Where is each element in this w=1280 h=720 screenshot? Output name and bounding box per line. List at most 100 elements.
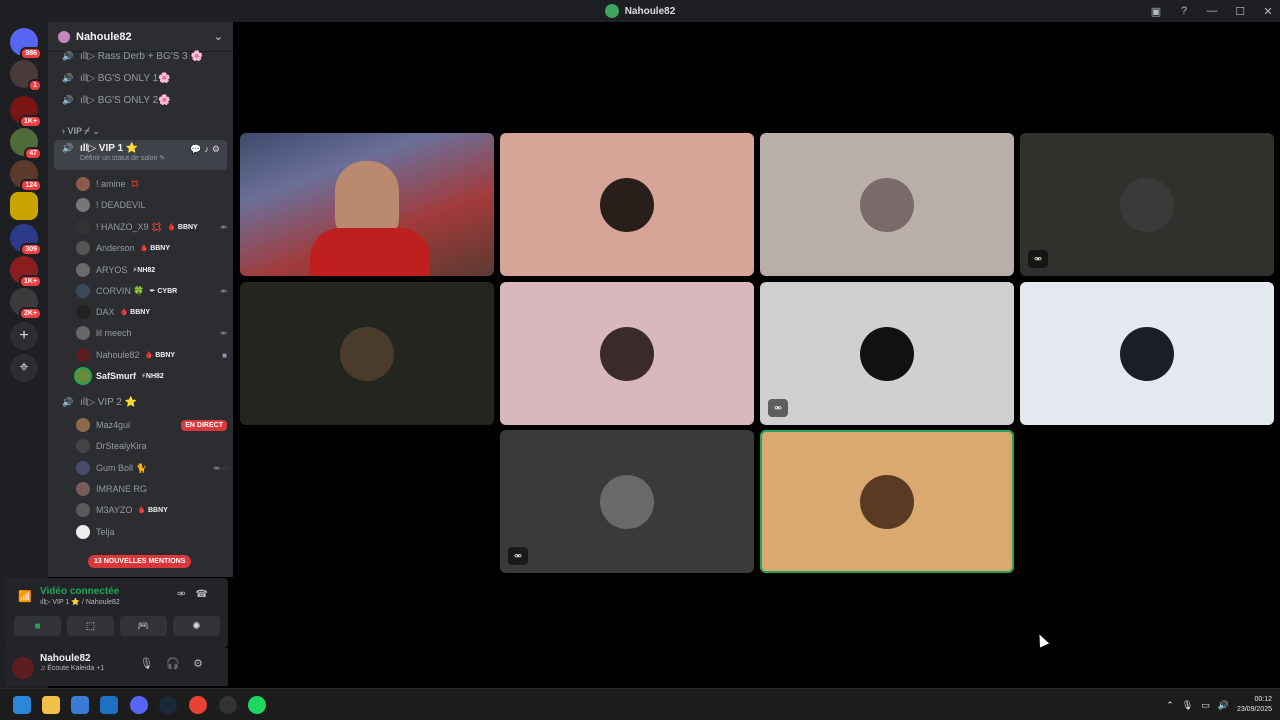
voice-user[interactable]: ! amine 💢 <box>76 174 227 194</box>
video-tile[interactable] <box>500 133 754 276</box>
video-tile[interactable]: ⚮ <box>760 282 1014 425</box>
video-tile[interactable] <box>760 133 1014 276</box>
microphone-icon[interactable]: 🎙 <box>139 658 166 670</box>
muted-icon: ⚮ <box>508 547 528 565</box>
voice-channel-path[interactable]: ıll▷ VIP 1 ⭐ / Nahoule82 <box>40 598 120 606</box>
voice-user[interactable]: Nahoule82 🩸 BBNY ■ <box>76 345 227 365</box>
signal-icon[interactable]: 📶 <box>18 590 32 603</box>
avatar <box>1120 326 1174 381</box>
voice-user[interactable]: Maz4gui EN DIRECT <box>76 415 227 435</box>
server-icon[interactable]: 2K+ <box>10 288 42 320</box>
muted-icon: ⚮ <box>1028 250 1048 268</box>
windows-start-icon[interactable] <box>13 696 31 714</box>
maximize-button[interactable]: ☐ <box>1228 0 1252 22</box>
username[interactable]: Nahoule82 <box>40 653 91 664</box>
obs-icon[interactable] <box>219 696 237 714</box>
voice-user[interactable]: M3AYZO 🩸 BBNY <box>76 500 227 520</box>
server-icon[interactable]: 1K+ <box>10 96 42 128</box>
explore-servers-button[interactable]: ⌖ <box>10 354 38 382</box>
chevron-up-icon[interactable]: ⌃ <box>1166 700 1174 711</box>
voice-user[interactable]: lil meech ⚮ <box>76 323 227 343</box>
voice-user[interactable]: Anderson 🩸 BBNY <box>76 238 227 258</box>
channel-status[interactable]: Définir un statut de salon ✎ <box>80 154 165 162</box>
chrome-icon[interactable] <box>189 696 207 714</box>
video-grid: ⚮ ⚮ ⚮ <box>233 22 1280 688</box>
voice-user[interactable]: ! DEADEVIL <box>76 195 227 215</box>
channel-actions[interactable]: 💬♪⚙ <box>190 144 223 155</box>
disconnect-icon[interactable]: ☎ <box>196 589 218 600</box>
noise-suppression-icon[interactable]: ⚮ <box>177 589 195 600</box>
clock[interactable]: 00:12 23/09/2025 <box>1237 695 1272 715</box>
video-tile[interactable] <box>1020 282 1274 425</box>
volume-icon[interactable]: 🔊 <box>1218 700 1229 711</box>
microphone-icon[interactable]: 🎙 <box>1182 700 1193 711</box>
voice-user[interactable]: Telja <box>76 522 227 542</box>
video-tile[interactable] <box>240 282 494 425</box>
outlook-icon[interactable] <box>100 696 118 714</box>
store-icon[interactable] <box>71 696 89 714</box>
file-explorer-icon[interactable] <box>42 696 60 714</box>
voice-user[interactable]: IMRANE RG <box>76 479 227 499</box>
discord-icon[interactable] <box>130 696 148 714</box>
headphones-icon[interactable]: 🎧 <box>166 658 193 670</box>
voice-user[interactable]: CORVIN 🍀 ✒ CYBR ⚮ <box>76 281 227 301</box>
server-icon-home[interactable]: 986 <box>10 28 42 60</box>
avatar <box>76 198 90 212</box>
voice-user[interactable]: DrStealyKira <box>76 436 227 456</box>
video-tile-camera[interactable] <box>240 133 494 276</box>
avatar <box>76 348 90 362</box>
activities-button[interactable]: 🎮 <box>120 616 167 636</box>
add-server-button[interactable]: + <box>10 322 38 350</box>
server-icon[interactable] <box>10 192 38 220</box>
category-vip[interactable]: › VIP ⌿ ⌄ <box>62 126 100 137</box>
avatar <box>76 503 90 517</box>
video-tile[interactable] <box>500 282 754 425</box>
avatar <box>76 263 90 277</box>
inbox-icon[interactable]: ▣ <box>1144 0 1168 22</box>
minimize-button[interactable]: — <box>1200 0 1224 22</box>
avatar[interactable] <box>12 657 34 679</box>
avatar <box>600 474 654 529</box>
steam-icon[interactable] <box>159 696 177 714</box>
voice-user-speaking[interactable]: SafSmurf ⚡NH82 <box>76 366 227 386</box>
window-title-text: Nahoule82 <box>624 5 676 17</box>
screen-share-button[interactable]: ⬚ <box>67 616 114 636</box>
new-mentions-pill[interactable]: 13 NOUVELLES MENTIONS <box>88 555 192 568</box>
voice-channel[interactable]: 🔊 ıll▷ BG'S ONLY 2🌸 <box>54 90 227 110</box>
voice-channel[interactable]: 🔊 ıll▷ BG'S ONLY 1🌸 <box>54 68 227 88</box>
voice-user[interactable]: ! HANZO_X9 💢 🩸 BBNY ⚮ <box>76 217 227 237</box>
spotify-icon[interactable] <box>248 696 266 714</box>
live-badge: EN DIRECT <box>181 419 227 431</box>
server-icon[interactable]: 47 <box>10 128 42 160</box>
speaker-icon: 🔊 <box>62 94 74 105</box>
voice-user[interactable]: ARYOS ⚡NH82 <box>76 260 227 280</box>
video-tile[interactable]: ⚮ <box>500 430 754 573</box>
title-bar: Nahoule82 ▣ ? — ☐ ✕ <box>0 0 1280 22</box>
avatar <box>76 305 90 319</box>
voice-channel[interactable]: 🔊 ıll▷ VIP 2 ⭐ <box>54 392 227 412</box>
avatar <box>860 177 914 232</box>
voice-user[interactable]: DAX 🩸 BBNY <box>76 302 227 322</box>
camera-button[interactable]: ■ <box>14 616 61 636</box>
close-button[interactable]: ✕ <box>1256 0 1280 22</box>
muted-icon: ⚮ <box>220 328 227 338</box>
avatar <box>600 326 654 381</box>
server-icon[interactable]: 309 <box>10 224 42 256</box>
avatar <box>76 220 90 234</box>
server-icon[interactable]: 1K+ <box>10 256 42 288</box>
network-icon[interactable]: ▭ <box>1201 700 1210 711</box>
server-icon[interactable]: 124 <box>10 160 42 192</box>
video-tile[interactable]: ⚮ <box>1020 133 1274 276</box>
voice-channel-active[interactable]: 🔊 ıll▷ VIP 1 ⭐ Définir un statut de salon… <box>54 140 227 170</box>
voice-user[interactable]: Gum Boll 🐈 ⚮ ◌ <box>76 458 227 478</box>
voice-channel[interactable]: 🔊 ıll▷ Rass Derb + BG'S 3 🌸 <box>54 46 227 66</box>
server-icon[interactable]: 1 <box>10 60 42 92</box>
avatar <box>860 474 914 529</box>
voice-status[interactable]: Vidéo connectée <box>40 586 119 597</box>
help-icon[interactable]: ? <box>1172 0 1196 22</box>
gear-icon[interactable]: ⚙ <box>193 658 216 670</box>
user-panel: Nahoule82 ♫ Écoute Kaleida +1 🎙🎧⚙ <box>6 648 228 686</box>
video-tile-speaking[interactable] <box>760 430 1014 573</box>
soundboard-button[interactable]: ✺ <box>173 616 220 636</box>
avatar <box>860 326 914 381</box>
